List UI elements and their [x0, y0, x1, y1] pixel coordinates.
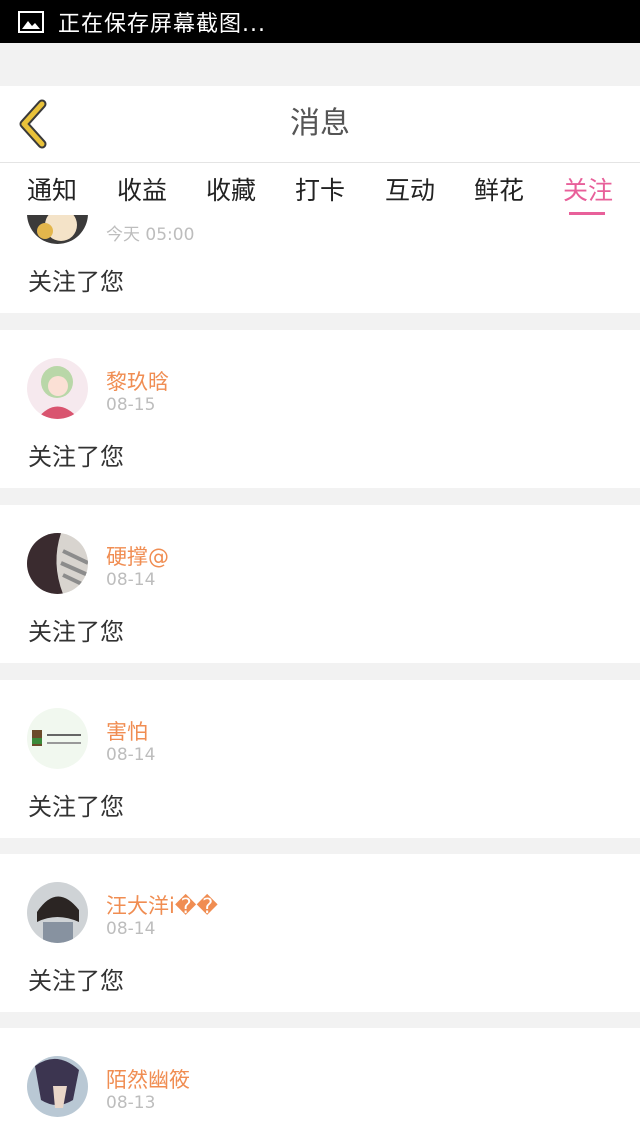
page-title: 消息	[290, 106, 350, 141]
avatar	[27, 215, 88, 244]
avatar	[27, 882, 88, 943]
tab-interaction[interactable]: 互动	[385, 163, 435, 215]
user-name[interactable]: 黎玖晗	[106, 366, 169, 396]
user-name[interactable]: 害怕	[106, 716, 148, 746]
list-item[interactable]: 汪大洋i�� 08-14 关注了您	[0, 854, 640, 1012]
status-text: 正在保存屏幕截图...	[58, 11, 266, 37]
message-time: 08-14	[106, 745, 156, 765]
list-item[interactable]: 硬撑@ 08-14 关注了您	[0, 505, 640, 663]
message-time: 08-14	[106, 919, 156, 939]
message-time: 今天 05:00	[106, 225, 195, 245]
user-name[interactable]: 硬撑@	[106, 541, 169, 571]
list-item[interactable]: 陌然幽筱 08-13	[0, 1028, 640, 1138]
message-text: 关注了您	[28, 268, 124, 296]
tab-favorites[interactable]: 收藏	[206, 163, 256, 215]
message-time: 08-13	[106, 1093, 156, 1113]
avatar	[27, 358, 88, 419]
tab-earnings[interactable]: 收益	[117, 163, 167, 215]
tab-follow[interactable]: 关注	[563, 163, 613, 215]
avatar	[27, 1056, 88, 1117]
message-time: 08-15	[106, 395, 156, 415]
message-time: 08-14	[106, 570, 156, 590]
avatar	[27, 533, 88, 594]
user-name[interactable]: 汪大洋i��	[106, 890, 218, 920]
list-item[interactable]: 今天 05:00 关注了您	[0, 215, 640, 313]
tab-bar: 通知 收益 收藏 打卡 互动 鲜花 关注	[0, 163, 640, 215]
tab-checkin[interactable]: 打卡	[295, 163, 345, 215]
tab-notifications[interactable]: 通知	[27, 163, 77, 215]
message-text: 关注了您	[28, 618, 124, 646]
message-list: 今天 05:00 关注了您 黎玖晗 08-15 关注了您 硬撑@ 08-14 关…	[0, 215, 640, 1138]
list-item[interactable]: 害怕 08-14 关注了您	[0, 680, 640, 838]
message-text: 关注了您	[28, 793, 124, 821]
avatar	[27, 708, 88, 769]
user-name[interactable]: 陌然幽筱	[106, 1064, 190, 1094]
message-text: 关注了您	[28, 967, 124, 995]
status-bar: 正在保存屏幕截图...	[0, 0, 640, 43]
list-item[interactable]: 黎玖晗 08-15 关注了您	[0, 330, 640, 488]
tab-flowers[interactable]: 鲜花	[474, 163, 524, 215]
image-icon	[18, 10, 44, 33]
header: 消息	[0, 86, 640, 163]
message-text: 关注了您	[28, 443, 124, 471]
